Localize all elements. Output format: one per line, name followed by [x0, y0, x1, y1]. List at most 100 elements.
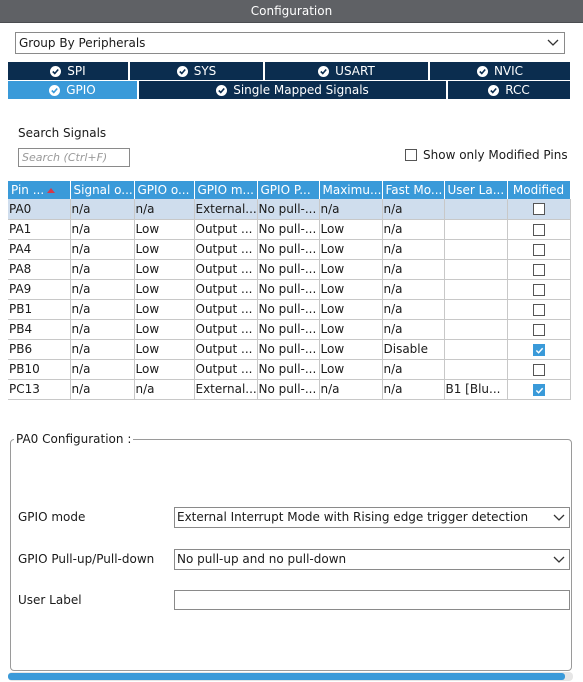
gpio-mode-select[interactable]: External Interrupt Mode with Rising edge… [174, 507, 570, 528]
table-cell: Output ... [194, 319, 258, 340]
table-row[interactable]: PA1 n/a Low Output ... No pull-... Low n/a [8, 219, 571, 240]
table-cell: PB4 [8, 319, 71, 340]
table-cell: n/a [70, 219, 135, 240]
check-circle-icon [488, 84, 500, 96]
table-row[interactable]: PB4 n/a Low Output ... No pull-... Low n/a [8, 319, 571, 340]
table-cell: n/a [382, 299, 445, 320]
table-cell: n/a [382, 379, 445, 400]
table-cell: Low [319, 219, 383, 240]
table-cell: No pull-... [257, 339, 320, 360]
table-cell [444, 339, 508, 360]
check-circle-icon [476, 65, 488, 77]
table-cell: Low [319, 359, 383, 380]
modified-checkbox-checked[interactable] [533, 383, 545, 396]
user-label-input[interactable] [174, 590, 570, 610]
gpio-pull-select[interactable]: No pull-up and no pull-down [174, 549, 570, 570]
tab-rcc[interactable]: RCC [448, 81, 570, 99]
pin-config-title: PA0 Configuration : [14, 432, 134, 446]
tab-label: GPIO [66, 83, 96, 97]
tab-single-mapped-signals[interactable]: Single Mapped Signals [139, 81, 448, 99]
table-cell: Low [319, 319, 383, 340]
table-cell: n/a [134, 379, 195, 400]
table-cell: n/a [382, 279, 445, 300]
table-cell: No pull-... [257, 279, 320, 300]
table-cell: Output ... [194, 259, 258, 280]
table-cell: Low [134, 259, 195, 280]
table-cell: n/a [382, 319, 445, 340]
table-cell [444, 279, 508, 300]
table-row[interactable]: PB6 n/a Low Output ... No pull-... Low Disable [8, 339, 571, 360]
modified-cell [507, 279, 571, 300]
checkmark-icon [535, 347, 544, 354]
col-header-pin[interactable]: Pin ... [8, 181, 71, 199]
col-header-fast-mode[interactable]: Fast Mo... [382, 181, 445, 199]
table-cell: Output ... [194, 339, 258, 360]
table-cell: No pull-... [257, 219, 320, 240]
tab-row-1: SPI SYS USART NVIC [8, 62, 570, 80]
table-row[interactable]: PA0 n/a n/a External... No pull-... n/a n/a [8, 199, 571, 220]
table-cell: Low [319, 259, 383, 280]
show-modified-toggle[interactable]: Show only Modified Pins [405, 148, 568, 162]
user-label-label: User Label [18, 593, 82, 607]
modified-checkbox[interactable] [533, 223, 545, 236]
tab-label: NVIC [493, 64, 524, 78]
table-row[interactable]: PB1 n/a Low Output ... No pull-... Low n/a [8, 299, 571, 320]
modified-checkbox[interactable] [533, 243, 545, 256]
col-header-gpio-mode[interactable]: GPIO m... [194, 181, 258, 199]
col-header-gpio-output[interactable]: GPIO o... [134, 181, 195, 199]
table-cell [444, 259, 508, 280]
table-row[interactable]: PC13 n/a n/a External... No pull-... n/a n/a B1… [8, 379, 571, 400]
modified-checkbox[interactable] [533, 363, 545, 376]
chevron-down-icon [547, 39, 559, 46]
table-cell: n/a [319, 379, 383, 400]
table-cell: No pull-... [257, 199, 320, 220]
tab-spi[interactable]: SPI [8, 62, 130, 80]
show-modified-checkbox[interactable] [405, 149, 417, 161]
modified-checkbox-checked[interactable] [533, 343, 545, 356]
table-cell: No pull-... [257, 319, 320, 340]
modified-checkbox[interactable] [533, 263, 545, 276]
tab-gpio[interactable]: GPIO [8, 81, 139, 99]
table-row[interactable]: PB10 n/a Low Output ... No pull-... Low n/a [8, 359, 571, 380]
modified-cell [507, 219, 571, 240]
table-cell: Output ... [194, 299, 258, 320]
modified-cell [507, 379, 571, 400]
table-cell: n/a [382, 359, 445, 380]
horizontal-scrollbar-thumb[interactable] [8, 673, 565, 680]
table-cell: PB6 [8, 339, 71, 360]
table-cell: n/a [382, 219, 445, 240]
table-cell: External... [194, 199, 258, 220]
col-header-signal[interactable]: Signal o... [70, 181, 135, 199]
table-cell: Disable [382, 339, 445, 360]
window-title: Configuration [0, 0, 583, 23]
modified-checkbox[interactable] [533, 323, 545, 336]
table-cell: PA1 [8, 219, 71, 240]
modified-checkbox[interactable] [533, 283, 545, 296]
tab-nvic[interactable]: NVIC [430, 62, 570, 80]
table-cell: Output ... [194, 239, 258, 260]
col-header-modified[interactable]: Modified [507, 181, 571, 199]
tab-sys[interactable]: SYS [130, 62, 265, 80]
col-header-max-speed[interactable]: Maximu... [319, 181, 383, 199]
col-header-gpio-pull[interactable]: GPIO P... [257, 181, 320, 199]
table-cell [444, 319, 508, 340]
table-cell: n/a [382, 239, 445, 260]
table-cell: n/a [134, 199, 195, 220]
tab-usart[interactable]: USART [265, 62, 430, 80]
search-input[interactable]: Search (Ctrl+F) [18, 148, 130, 167]
table-row[interactable]: PA8 n/a Low Output ... No pull-... Low n/a [8, 259, 571, 280]
check-circle-icon [50, 65, 62, 77]
table-cell: PA4 [8, 239, 71, 260]
table-row[interactable]: PA9 n/a Low Output ... No pull-... Low n/a [8, 279, 571, 300]
modified-checkbox[interactable] [533, 203, 545, 216]
table-row[interactable]: PA4 n/a Low Output ... No pull-... Low n/a [8, 239, 571, 260]
table-cell: n/a [70, 359, 135, 380]
modified-checkbox[interactable] [533, 303, 545, 316]
table-header: Pin ... Signal o... GPIO o... GPIO m... … [8, 181, 571, 199]
table-cell: PB10 [8, 359, 71, 380]
table-cell: Low [319, 299, 383, 320]
group-by-dropdown[interactable]: Group By Peripherals [15, 32, 565, 54]
table-cell: B1 [Blu... [444, 379, 508, 400]
table-cell: n/a [70, 299, 135, 320]
col-header-user-label[interactable]: User La... [444, 181, 508, 199]
